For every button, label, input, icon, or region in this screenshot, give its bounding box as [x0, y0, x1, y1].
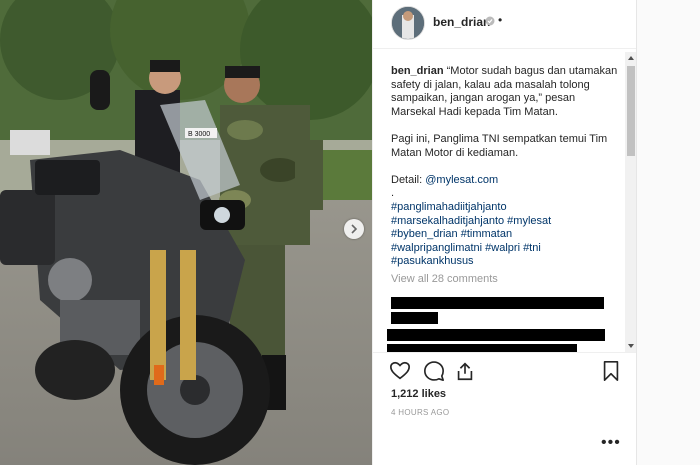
view-all-comments[interactable]: View all 28 comments — [391, 273, 619, 287]
post-header: ben_drian • — [373, 0, 637, 49]
comment-icon[interactable] — [423, 360, 445, 382]
scroll-thumb[interactable] — [627, 66, 635, 156]
likes-count[interactable]: 1,212 likes — [391, 388, 446, 400]
scroll-up-arrow[interactable] — [628, 56, 634, 60]
more-options-button[interactable]: ••• — [601, 434, 621, 452]
redacted-comment — [387, 329, 605, 341]
redacted-comment — [391, 297, 604, 309]
heart-icon[interactable] — [389, 360, 411, 382]
separator: . — [391, 187, 395, 200]
redacted-comment — [387, 344, 577, 352]
post-actions: 1,212 likes 4 HOURS AGO ••• — [373, 352, 637, 466]
hashtag-line[interactable]: #byben_drian #timmatan — [391, 228, 619, 242]
hashtag-line[interactable]: #panglimahadiitjahjanto — [391, 201, 619, 215]
comments-area: ben_drian “Motor sudah bagus dan utamaka… — [373, 52, 625, 352]
caption-text-2: Pagi ini, Panglima TNI sempatkan temui T… — [391, 132, 608, 159]
hashtag-line[interactable]: #pasukankhusus — [391, 255, 619, 269]
share-icon[interactable] — [454, 360, 476, 382]
carousel-next-button[interactable] — [344, 219, 364, 239]
header-dot: • — [498, 13, 503, 27]
avatar-image — [392, 7, 424, 39]
caption-username[interactable]: ben_drian — [391, 65, 444, 77]
license-plate: B 3000 — [188, 131, 210, 138]
motorcycle-photo: B 3000 — [0, 0, 372, 465]
post-photo[interactable]: B 3000 — [0, 0, 372, 465]
page-background — [636, 0, 700, 465]
redacted-comment — [391, 312, 438, 324]
caption: ben_drian “Motor sudah bagus dan utamaka… — [391, 65, 619, 287]
post-panel: ben_drian • ben_drian “Motor sudah bagus… — [372, 0, 637, 465]
avatar[interactable] — [391, 6, 425, 40]
verified-icon — [485, 16, 495, 26]
post-username[interactable]: ben_drian — [433, 15, 490, 29]
post-time[interactable]: 4 HOURS AGO — [391, 408, 449, 417]
scroll-down-arrow[interactable] — [628, 344, 634, 348]
bookmark-icon[interactable] — [600, 360, 622, 382]
chevron-right-icon — [351, 224, 358, 234]
hashtag-line[interactable]: #marsekalhaditjahjanto #mylesat — [391, 215, 619, 229]
detail-link[interactable]: @mylesat.com — [425, 174, 498, 186]
hashtag-line[interactable]: #walpripanglimatni #walpri #tni — [391, 242, 619, 256]
detail-label: Detail: — [391, 173, 426, 186]
